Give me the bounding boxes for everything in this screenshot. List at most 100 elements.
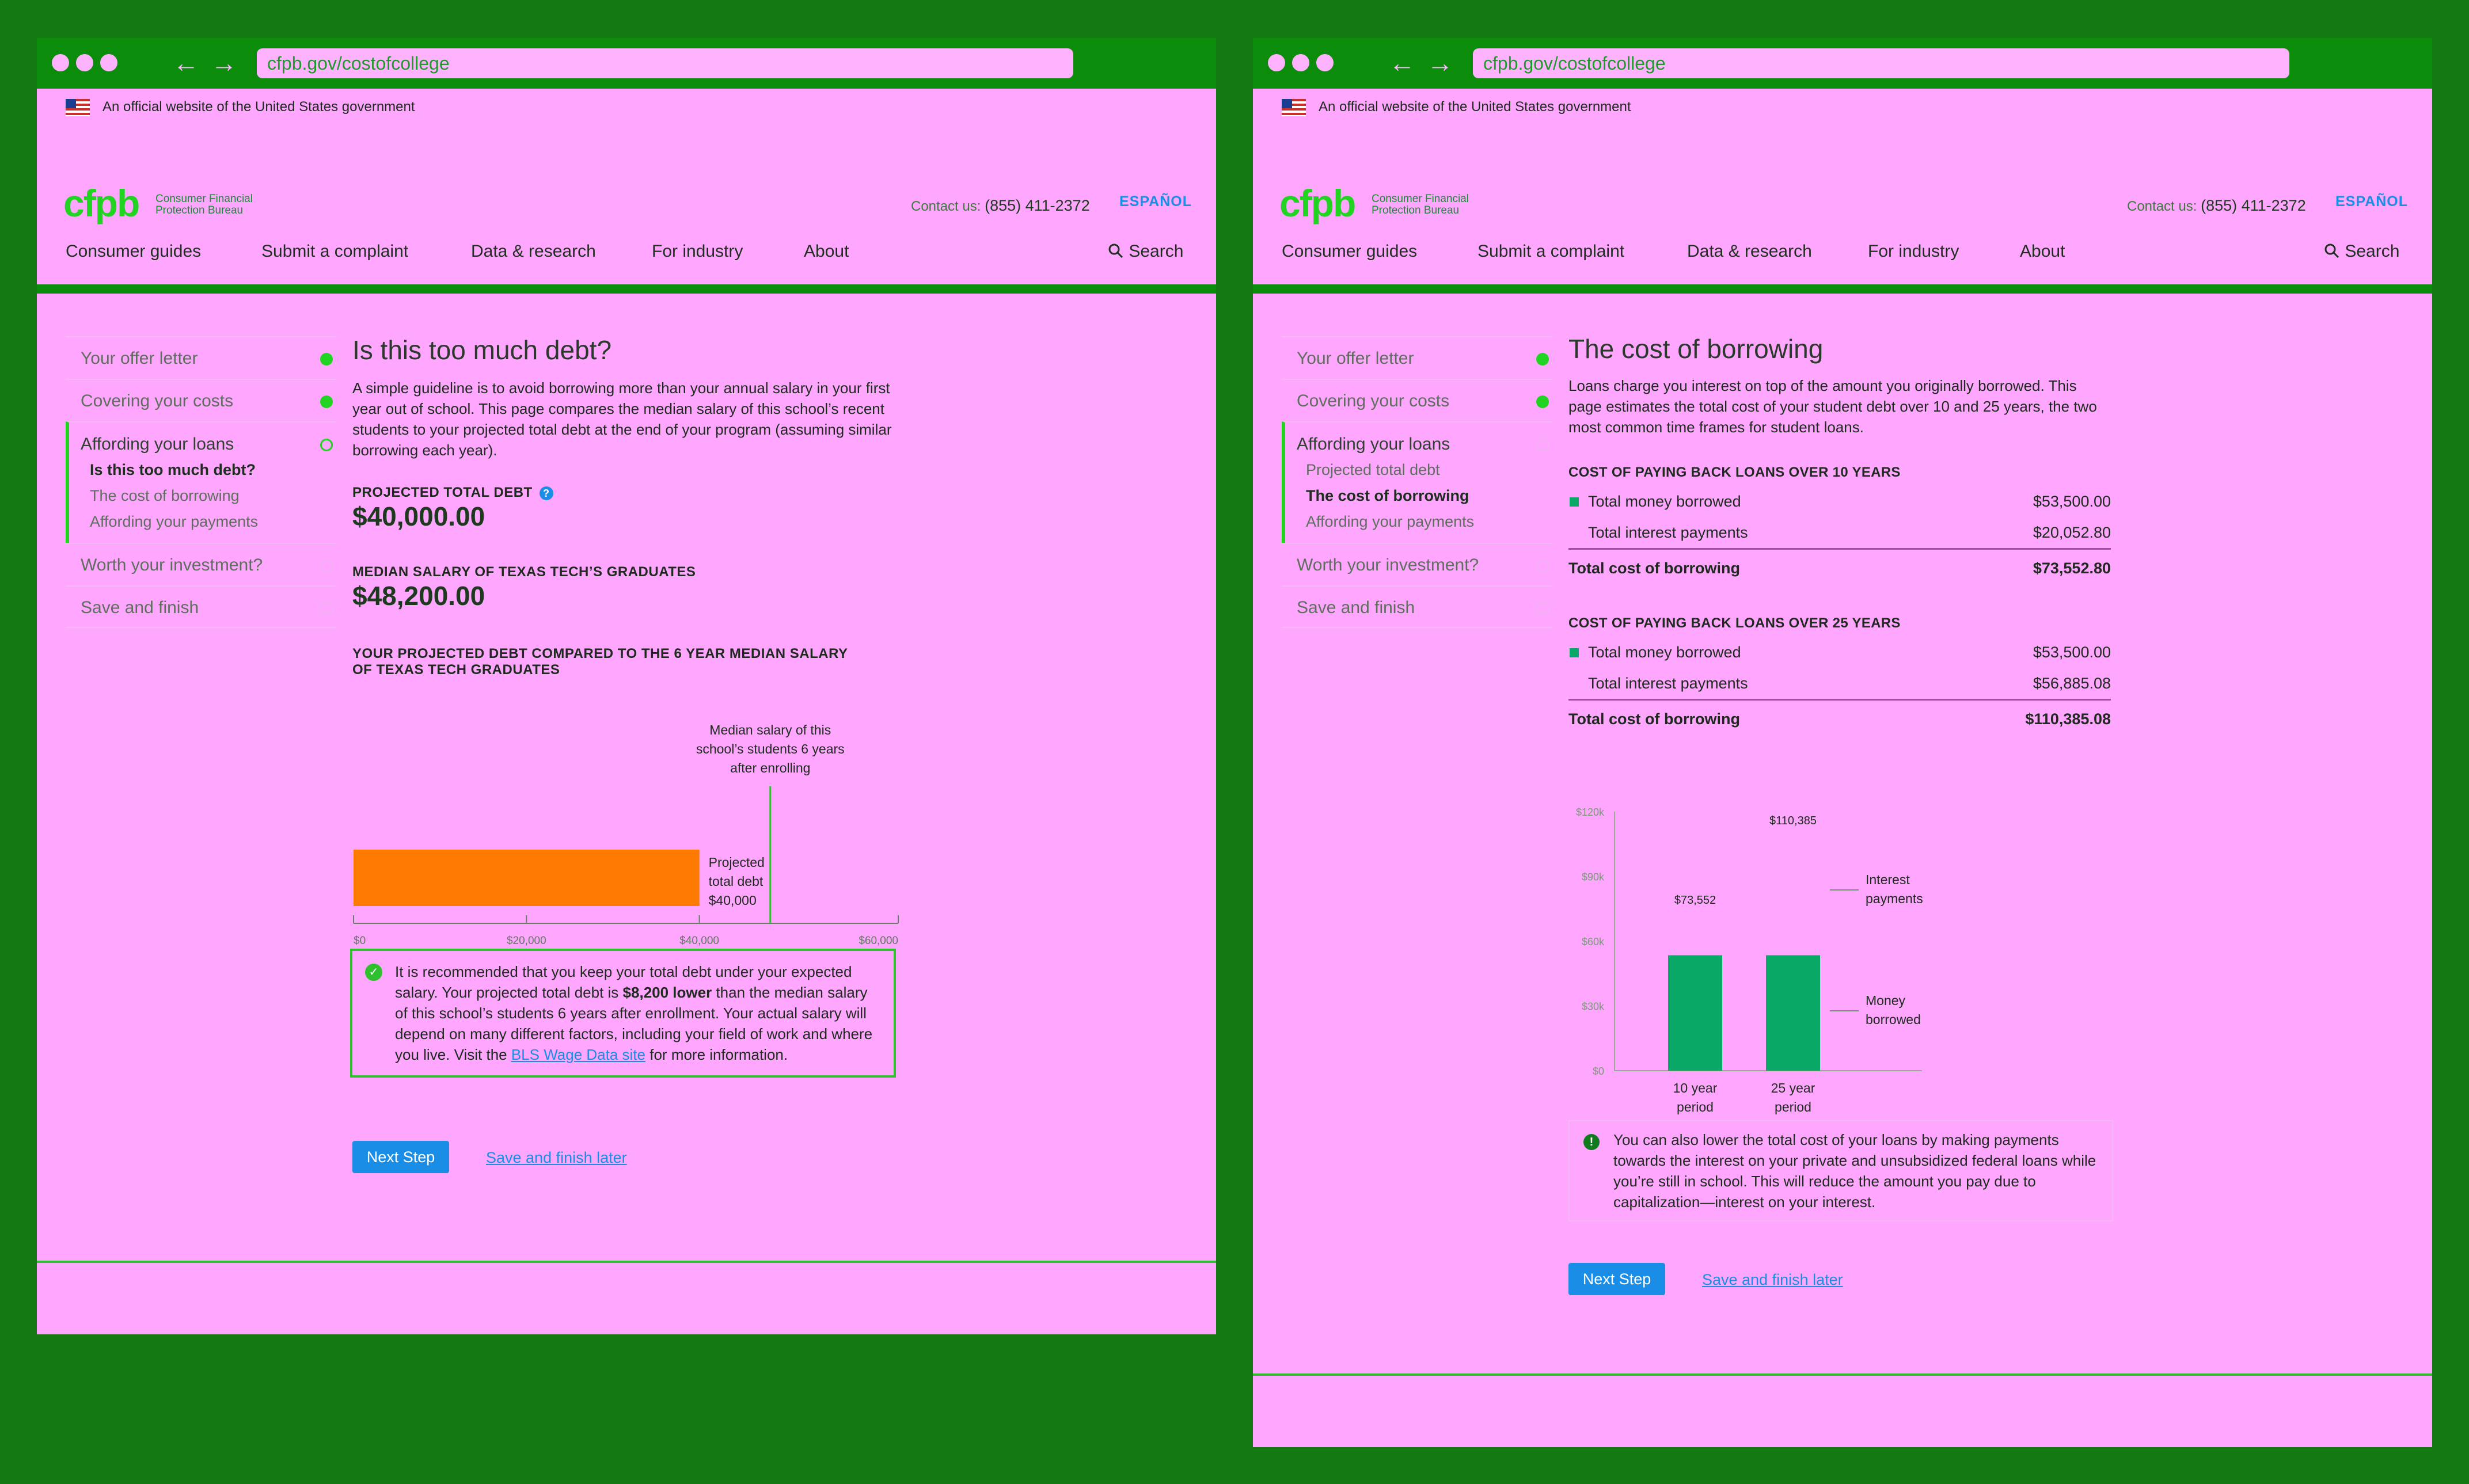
sidebar-subitem-cost-of-borrowing[interactable]: The cost of borrowing (1297, 483, 1552, 509)
search-button[interactable]: Search (1108, 242, 1183, 261)
close-window-button[interactable] (1268, 54, 1285, 71)
sidebar-item-label: Your offer letter (1297, 349, 1414, 368)
bls-wage-data-link[interactable]: BLS Wage Data site (511, 1046, 645, 1063)
row-label: Total money borrowed (1588, 493, 1741, 510)
legend-label: borrowed (1866, 1012, 1921, 1027)
close-window-button[interactable] (52, 54, 69, 71)
bar-label: total debt (709, 874, 764, 889)
reference-line-label: after enrolling (730, 760, 810, 775)
save-finish-later-link[interactable]: Save and finish later (1702, 1271, 1843, 1289)
sidebar-item-worth-investment[interactable]: Worth your investment? (66, 543, 336, 585)
x-category-label: 10 year (1673, 1080, 1718, 1095)
nav-about[interactable]: About (804, 242, 849, 261)
incomplete-status-icon (320, 560, 333, 572)
sidebar-subitem-too-much-debt[interactable]: Is this too much debt? (81, 457, 336, 483)
minimize-window-button[interactable] (1292, 54, 1309, 71)
save-finish-later-link[interactable]: Save and finish later (486, 1149, 627, 1167)
money-borrowed-legend-icon (1570, 497, 1579, 507)
debt-vs-salary-chart: Projected total debt $40,000 Median salary … (353, 722, 899, 947)
sidebar-item-save-finish[interactable]: Save and finish (1282, 585, 1552, 628)
contact-phone[interactable]: (855) 411-2372 (985, 197, 1090, 214)
x-category-label: period (1677, 1099, 1714, 1114)
sidebar-item-save-finish[interactable]: Save and finish (66, 585, 336, 628)
sidebar-item-label: Affording your loans (1297, 435, 1450, 454)
x-tick-label: $0 (354, 935, 366, 947)
sidebar-subitem-cost-of-borrowing[interactable]: The cost of borrowing (81, 483, 336, 509)
search-button[interactable]: Search (2324, 242, 2399, 261)
espanol-link[interactable]: ESPAÑOL (2335, 193, 2408, 210)
nav-for-industry[interactable]: For industry (1868, 242, 1959, 261)
search-icon (1108, 243, 1123, 258)
nav-consumer-guides[interactable]: Consumer guides (66, 242, 201, 261)
contact-phone[interactable]: (855) 411-2372 (2201, 197, 2306, 214)
checkmark-icon: ✓ (365, 964, 382, 981)
legend-label: Interest (1866, 872, 1910, 887)
maximize-window-button[interactable] (100, 54, 117, 71)
complete-status-icon (1536, 353, 1549, 366)
y-tick-label: $30k (1582, 1001, 1605, 1013)
espanol-link[interactable]: ESPAÑOL (1119, 193, 1192, 210)
sidebar-subitem-affording-payments[interactable]: Affording your payments (1297, 509, 1552, 535)
row-value: $20,052.80 (2033, 524, 2111, 541)
browser-toolbar: ← → cfpb.gov/costofcollege (1253, 38, 2432, 89)
sidebar-subitem-projected-debt[interactable]: Projected total debt (1297, 457, 1552, 483)
sidebar-item-covering-costs[interactable]: Covering your costs (1282, 379, 1552, 421)
maximize-window-button[interactable] (1316, 54, 1334, 71)
sidebar-item-covering-costs[interactable]: Covering your costs (66, 379, 336, 421)
row-value: $56,885.08 (2033, 675, 2111, 692)
x-tick-label: $20,000 (507, 935, 546, 947)
row-label: Total interest payments (1588, 675, 1748, 692)
intro-text: Loans charge you interest on top of the … (1568, 377, 2097, 436)
next-step-button[interactable]: Next Step (1568, 1263, 1665, 1295)
gov-banner-text: An official website of the United States… (1319, 99, 1631, 115)
help-icon[interactable]: ? (539, 486, 553, 500)
browser-toolbar: ← → cfpb.gov/costofcollege (37, 38, 1216, 89)
nav-submit-complaint[interactable]: Submit a complaint (261, 242, 408, 261)
sidebar-item-offer-letter[interactable]: Your offer letter (66, 336, 336, 379)
y-tick-label: $120k (1576, 806, 1605, 818)
interest-payments-bar (1668, 912, 1722, 956)
search-icon (2324, 243, 2339, 258)
recommendation-callout: ✓ It is recommended that you keep your t… (350, 949, 896, 1078)
cfpb-logo[interactable]: cfpb (63, 183, 140, 223)
bar-label: Projected (709, 855, 765, 870)
sidebar-item-affording-loans[interactable]: Affording your loans Is this too much de… (66, 421, 336, 543)
cost-of-borrowing-chart: $120k $90k $60k $30k $0 $73,552 10 year period $… (1576, 806, 1923, 1114)
nav-consumer-guides[interactable]: Consumer guides (1282, 242, 1417, 261)
minimize-window-button[interactable] (76, 54, 93, 71)
nav-about[interactable]: About (2020, 242, 2065, 261)
sidebar-item-label: Covering your costs (81, 391, 234, 410)
back-arrow-icon[interactable]: ← (1389, 46, 1415, 79)
y-tick-label: $0 (1593, 1066, 1604, 1077)
contact-info: Contact us: (855) 411-2372 (2127, 197, 2306, 215)
exclamation-icon: ! (1583, 1134, 1600, 1150)
row-label: Total cost of borrowing (1568, 710, 1740, 728)
nav-data-research[interactable]: Data & research (471, 242, 596, 261)
in-progress-status-icon (1536, 439, 1549, 451)
next-step-button[interactable]: Next Step (352, 1141, 449, 1173)
forward-arrow-icon[interactable]: → (1427, 46, 1453, 79)
nav-data-research[interactable]: Data & research (1687, 242, 1812, 261)
nav-submit-complaint[interactable]: Submit a complaint (1477, 242, 1624, 261)
contact-label: Contact us: (2127, 199, 2197, 214)
back-arrow-icon[interactable]: ← (173, 46, 199, 79)
sidebar-item-worth-investment[interactable]: Worth your investment? (1282, 543, 1552, 585)
sidebar-subitem-affording-payments[interactable]: Affording your payments (81, 509, 336, 535)
address-bar[interactable]: cfpb.gov/costofcollege (1473, 48, 2289, 78)
address-bar[interactable]: cfpb.gov/costofcollege (257, 48, 1073, 78)
progress-sidebar: Your offer letter Covering your costs Af… (1282, 336, 1552, 628)
cfpb-logo[interactable]: cfpb (1279, 183, 1356, 223)
sidebar-item-offer-letter[interactable]: Your offer letter (1282, 336, 1552, 379)
tip-text: You can also lower the total cost of you… (1613, 1131, 2096, 1211)
legend-label: Money (1866, 993, 1906, 1008)
forward-arrow-icon[interactable]: → (211, 46, 237, 79)
chart-title-line-1: YOUR PROJECTED DEBT COMPARED TO THE 6 YE… (352, 646, 848, 661)
row-value: $110,385.08 (2025, 710, 2111, 728)
incomplete-status-icon (1536, 560, 1549, 572)
row-value: $53,500.00 (2033, 644, 2111, 661)
nav-for-industry[interactable]: For industry (652, 242, 743, 261)
cost-table-25-years: COST OF PAYING BACK LOANS OVER 25 YEARS … (1568, 610, 2111, 736)
sidebar-item-affording-loans[interactable]: Affording your loans Projected total deb… (1282, 421, 1552, 543)
x-tick-label: $40,000 (679, 935, 719, 947)
sidebar-item-label: Worth your investment? (1297, 555, 1479, 574)
